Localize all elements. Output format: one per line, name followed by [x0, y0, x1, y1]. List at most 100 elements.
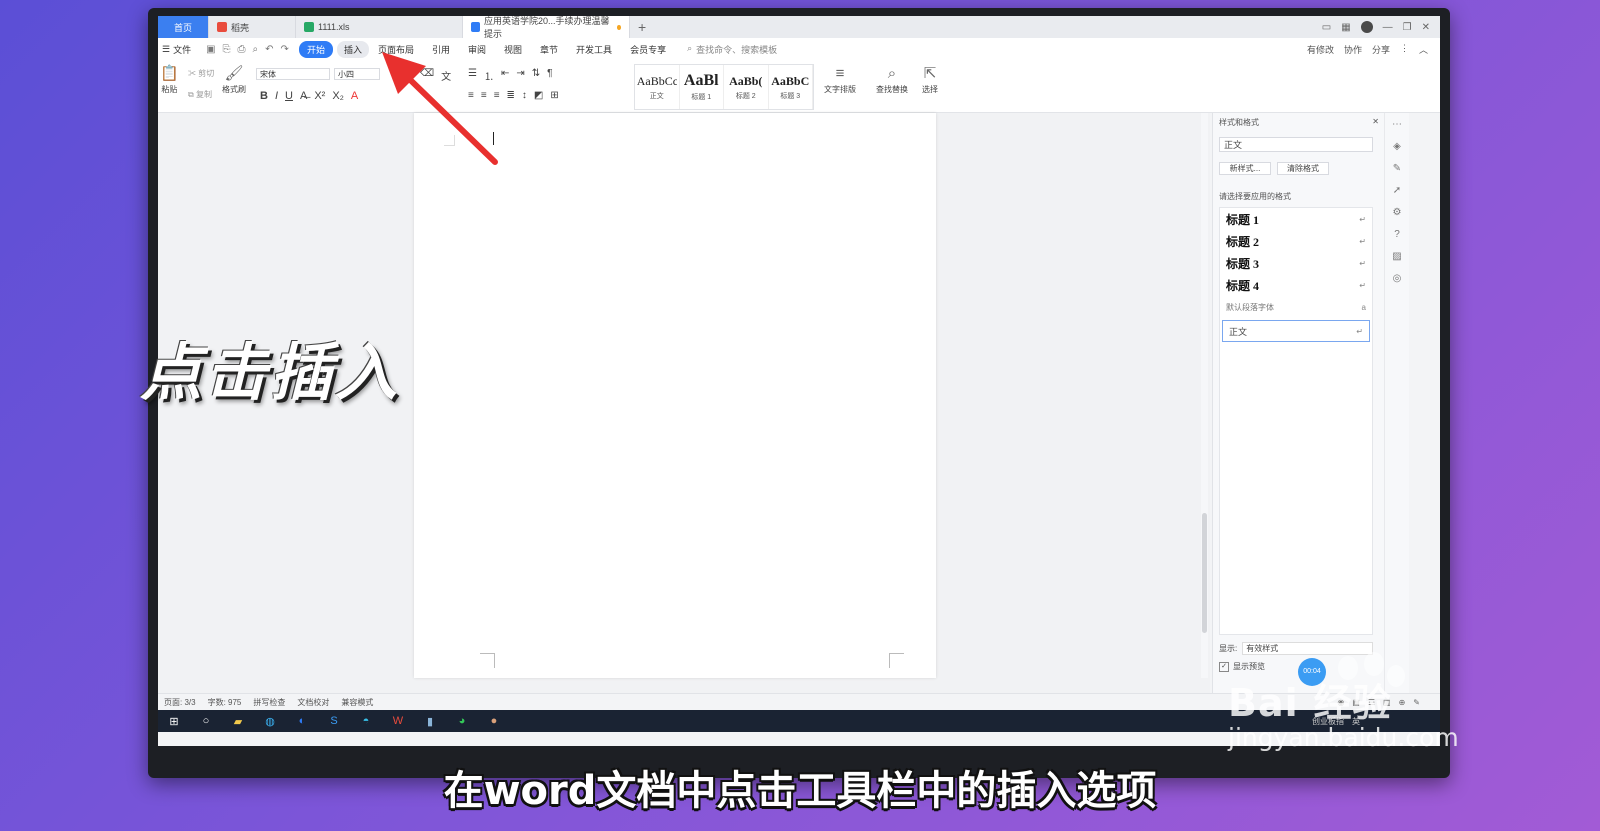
collab-button[interactable]: 协作 [1344, 43, 1362, 56]
wechat-icon[interactable]: ◕ [446, 715, 478, 727]
new-style-button[interactable]: 新样式... [1219, 162, 1271, 175]
list-item[interactable]: 默认段落字体 a [1220, 296, 1372, 318]
current-style-select[interactable]: 正文 [1219, 137, 1373, 152]
style-heading-3[interactable]: AaBbC 标题 3 [769, 65, 813, 109]
style-list: 标题 1 ↵ 标题 2 ↵ 标题 3 ↵ 标题 4 ↵ 默认段落字体 a 正文 ↵ [1219, 207, 1373, 635]
close-icon[interactable]: ✕ [1422, 22, 1430, 33]
style-normal[interactable]: AaBbCcDd 正文 [635, 65, 680, 109]
more-icon[interactable]: ⋮ [1400, 43, 1409, 56]
sogou-icon[interactable]: S [318, 715, 350, 727]
windows-start-icon[interactable]: ⊞ [158, 715, 190, 728]
location-icon[interactable]: ◎ [1385, 267, 1409, 289]
document-page[interactable] [414, 113, 936, 678]
wps-icon[interactable]: W [382, 715, 414, 727]
magnifier-icon: ⌕ [887, 65, 897, 82]
help-icon[interactable]: ? [1385, 223, 1409, 245]
tab-docer[interactable]: 稻壳 [209, 16, 296, 38]
pen-icon[interactable]: ✎ [1385, 157, 1409, 179]
doc-proofread[interactable]: 文档校对 [291, 697, 335, 708]
border-icon[interactable]: ⊞ [550, 90, 558, 101]
tab-xls[interactable]: 1111.xls [296, 16, 463, 38]
tab-developer[interactable]: 开发工具 [567, 43, 621, 56]
checkbox-icon[interactable]: ✓ [1219, 661, 1229, 672]
font-family-select[interactable]: 宋体 [256, 68, 330, 80]
style-name: 标题 1 [691, 94, 712, 101]
strikethrough-icon[interactable]: A̶ [300, 90, 307, 102]
export-icon[interactable]: ⎘ [223, 44, 231, 55]
spell-check[interactable]: 拼写检查 [247, 697, 291, 708]
tab-chapter[interactable]: 章节 [531, 43, 567, 56]
avatar[interactable] [1360, 21, 1373, 33]
file-menu[interactable]: ☰ 文件 [158, 43, 200, 56]
theme-icon[interactable]: ◈ [1385, 135, 1409, 157]
clear-format-button[interactable]: 清除格式 [1277, 162, 1329, 175]
italic-icon[interactable]: I [275, 90, 278, 102]
show-marks-icon[interactable]: ¶ [547, 68, 552, 83]
bold-icon[interactable]: B [260, 90, 268, 102]
undo-icon[interactable]: ↶ [265, 44, 273, 55]
preview-toggle[interactable]: ✓ 显示预览 [1219, 661, 1265, 672]
edge-new-icon[interactable]: ◓ [350, 715, 382, 727]
print-icon[interactable]: ⎙ [238, 44, 246, 55]
grid-icon[interactable]: ▦ [1341, 22, 1350, 33]
layout-icon[interactable]: ▭ [1322, 22, 1331, 33]
list-item[interactable]: 正文 ↵ [1222, 320, 1370, 342]
folder-icon[interactable]: ▰ [222, 715, 254, 728]
pointer-icon[interactable]: ➚ [1385, 179, 1409, 201]
edge-icon[interactable]: ◐ [286, 715, 318, 727]
revision-button[interactable]: 有修改 [1307, 43, 1334, 56]
style-heading-2[interactable]: AaBb( 标题 2 [724, 65, 769, 109]
show-label: 显示: [1219, 644, 1238, 653]
collapse-icon[interactable]: ︿ [1419, 43, 1428, 56]
redo-icon[interactable]: ↷ [281, 44, 289, 55]
save-icon[interactable]: ▣ [206, 44, 215, 55]
indent-icon[interactable]: ⇥ [516, 68, 524, 83]
preview-icon[interactable]: ⌕ [253, 44, 259, 55]
share-button[interactable]: 分享 [1372, 43, 1390, 56]
list-item[interactable]: 标题 2 ↵ [1220, 230, 1372, 252]
list-item[interactable]: 标题 3 ↵ [1220, 252, 1372, 274]
underline-icon[interactable]: U [285, 90, 293, 102]
more-icon[interactable]: ⋯ [1385, 113, 1409, 135]
search-icon[interactable]: ○ [190, 715, 222, 727]
select-label: 选择 [922, 85, 938, 94]
style-heading-1[interactable]: AaBl 标题 1 [680, 65, 724, 109]
compat-mode: 兼容模式 [341, 698, 374, 707]
adjust-icon[interactable]: ⚙ [1385, 201, 1409, 223]
minimize-icon[interactable]: — [1383, 22, 1393, 33]
panel-close-icon[interactable]: ✕ [1372, 117, 1379, 128]
apply-style-prompt: 请选择要应用的格式 [1219, 192, 1291, 201]
format-painter-button[interactable]: 🖌 格式刷 [222, 66, 246, 95]
paste-button[interactable]: 📋 粘贴 [160, 66, 179, 95]
command-search[interactable]: ⌕ 查找命令、搜索模板 [675, 43, 777, 56]
line-spacing-icon[interactable]: ↕ [522, 90, 527, 101]
find-replace-label: 查找替换 [876, 85, 908, 94]
restore-icon[interactable]: ❐ [1403, 22, 1412, 33]
cut-button[interactable]: ✂ 剪切 [188, 68, 214, 79]
text-layout-button[interactable]: ≡ 文字排版 [824, 66, 856, 95]
app-icon[interactable]: ▮ [414, 715, 446, 728]
avatar[interactable]: ● [478, 715, 510, 727]
subscript-icon[interactable]: X₂ [332, 90, 344, 102]
copy-button[interactable]: ⧉ 复制 [188, 89, 214, 100]
list-item[interactable]: 标题 4 ↵ [1220, 274, 1372, 296]
sort-icon[interactable]: ⇅ [532, 68, 540, 83]
scroll-thumb[interactable] [1202, 513, 1207, 633]
list-item[interactable]: 标题 1 ↵ [1220, 208, 1372, 230]
tab-document[interactable]: 应用英语学院20...手续办理温馨提示 [463, 16, 630, 39]
image-icon[interactable]: ▨ [1385, 245, 1409, 267]
font-color-icon[interactable]: A [351, 90, 358, 102]
browser-icon[interactable]: ◍ [254, 715, 286, 728]
select-button[interactable]: ⇱ 选择 [922, 66, 938, 95]
tab-home[interactable]: 首页 [158, 16, 209, 38]
new-tab-button[interactable]: + [630, 19, 654, 35]
find-replace-button[interactable]: ⌕ 查找替换 [876, 66, 908, 95]
watermark-logo-cn: 经验 [1313, 681, 1392, 725]
tab-start[interactable]: 开始 [298, 40, 333, 58]
superscript-icon[interactable]: X² [314, 90, 325, 102]
vertical-scrollbar[interactable] [1201, 113, 1208, 678]
word-count[interactable]: 字数: 975 [202, 697, 248, 708]
text-layout-icon: ≡ [835, 65, 845, 82]
shading-icon[interactable]: ◩ [534, 90, 543, 101]
tab-member[interactable]: 会员专享 [621, 43, 675, 56]
